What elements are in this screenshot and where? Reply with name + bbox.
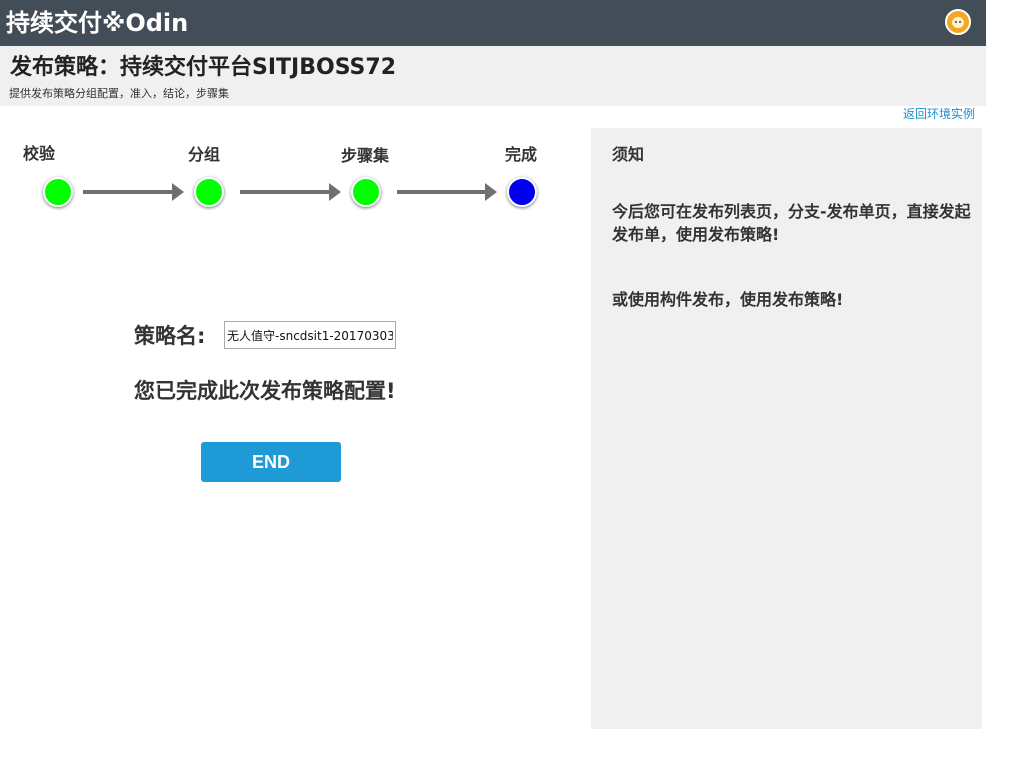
step-dot-group (194, 177, 224, 207)
end-button[interactable]: END (201, 442, 341, 482)
notice-paragraph: 今后您可在发布列表页，分支-发布单页，直接发起发布单，使用发布策略! (612, 202, 971, 244)
avatar-face (952, 17, 964, 28)
top-bar: 持续交付※Odin (0, 0, 986, 46)
page-subtitle: 提供发布策略分组配置，准入，结论，步骤集 (9, 87, 229, 100)
user-avatar-icon[interactable] (945, 9, 971, 35)
step-label-verify: 校验 (23, 144, 56, 163)
step-label-stepset: 步骤集 (341, 146, 390, 165)
strategy-name-label: 策略名: (134, 324, 206, 348)
avatar-eye-right (959, 21, 961, 23)
step-arrow-icon (397, 183, 497, 201)
notice-paragraph: 或使用构件发布，使用发布策略! (612, 290, 844, 309)
page-header: 发布策略：持续交付平台SITJBOSS72 提供发布策略分组配置，准入，结论，步… (0, 46, 986, 106)
step-label-complete: 完成 (505, 145, 538, 164)
step-arrow-icon (83, 183, 184, 201)
notice-title: 须知 (612, 145, 645, 164)
step-dot-complete (507, 177, 537, 207)
strategy-name-input[interactable] (224, 321, 396, 349)
step-label-group: 分组 (188, 145, 221, 164)
back-to-env-instance-link[interactable]: 返回环境实例 (903, 106, 975, 122)
step-dot-verify (43, 177, 73, 207)
step-dot-stepset (351, 177, 381, 207)
app-title: 持续交付※Odin (6, 9, 189, 37)
notice-panel: 须知 今后您可在发布列表页，分支-发布单页，直接发起发布单，使用发布策略! 或使… (591, 128, 982, 729)
avatar-eye-left (955, 21, 957, 23)
page-title: 发布策略：持续交付平台SITJBOSS72 (10, 55, 397, 80)
step-arrow-icon (240, 183, 341, 201)
completion-message: 您已完成此次发布策略配置! (134, 379, 396, 403)
